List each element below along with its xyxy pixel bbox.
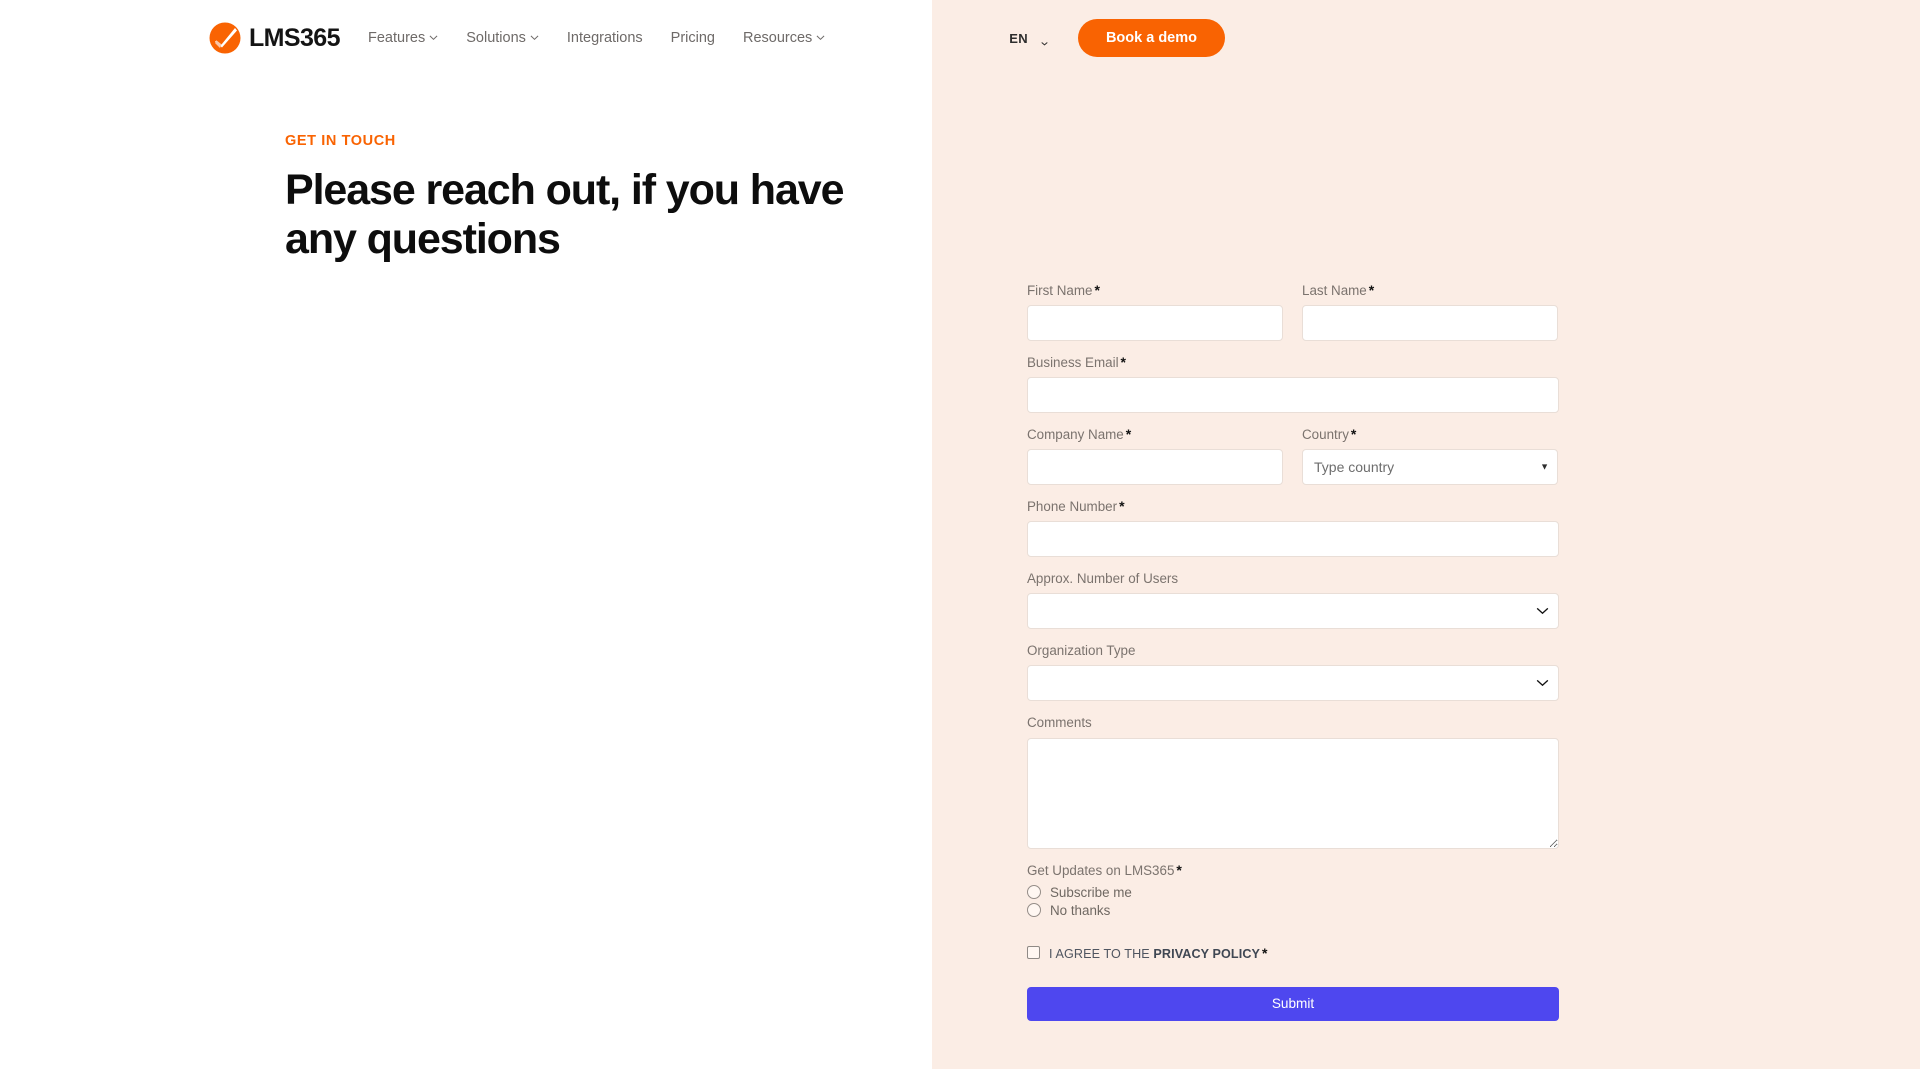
field-phone-number: Phone Number * [1027, 498, 1559, 558]
required-marker: * [1119, 498, 1125, 515]
nav-item-pricing[interactable]: Pricing [671, 30, 715, 46]
company-country-row: Company Name* Country* ▼ [1027, 426, 1559, 498]
privacy-policy-link[interactable]: PRIVACY POLICY [1153, 947, 1260, 961]
number-of-users-label: Approx. Number of Users [1027, 570, 1559, 587]
nav-item-resources[interactable]: Resources [743, 30, 825, 46]
radio-icon[interactable] [1027, 885, 1041, 900]
language-selector[interactable]: EN [1009, 31, 1048, 46]
first-name-input[interactable] [1027, 305, 1283, 342]
radio-option-subscribe[interactable]: Subscribe me [1027, 885, 1559, 900]
chevron-down-icon [1041, 35, 1048, 46]
nav-label: Resources [743, 30, 813, 46]
get-updates-label: Get Updates on LMS365 * [1027, 862, 1559, 879]
country-label: Country * [1302, 426, 1558, 443]
chevron-down-icon [530, 33, 539, 42]
number-of-users-select[interactable] [1027, 593, 1559, 630]
required-marker: * [1350, 426, 1357, 443]
nav-item-features[interactable]: Features [368, 30, 438, 46]
lms365-logo-icon [208, 21, 242, 55]
field-last-name: Last Name * [1302, 282, 1558, 342]
required-marker: * [1368, 282, 1375, 298]
logo[interactable]: LMS365 [208, 18, 340, 58]
required-marker: * [1094, 282, 1100, 298]
organization-type-select-wrap [1027, 665, 1559, 702]
required-marker: * [1176, 861, 1182, 878]
name-row: First Name * Last Name * [1027, 282, 1559, 354]
field-get-updates: Get Updates on LMS365 * Subscribe me No t… [1027, 862, 1559, 918]
label-text: Country [1302, 427, 1349, 443]
nav-label: Solutions [466, 30, 526, 46]
get-updates-radio-group: Subscribe me No thanks [1027, 885, 1559, 918]
required-marker: * [1125, 426, 1132, 443]
label-text: Company Name [1027, 427, 1124, 443]
chevron-down-icon [816, 33, 825, 42]
business-email-label: Business Email * [1027, 354, 1559, 371]
field-first-name: First Name * [1027, 282, 1283, 342]
contact-page: LMS365 Features Solutions Integrations P… [0, 0, 1920, 1069]
first-name-label: First Name * [1027, 282, 1283, 299]
radio-label: No thanks [1050, 902, 1111, 918]
business-email-input[interactable] [1027, 377, 1559, 414]
nav-label: Pricing [670, 30, 715, 46]
nav-item-integrations[interactable]: Integrations [567, 30, 643, 46]
book-a-demo-button[interactable]: Book a demo [1077, 19, 1225, 57]
radio-label: Subscribe me [1050, 884, 1132, 900]
hero-section: GET IN TOUCH Please reach out, if you ha… [285, 133, 885, 263]
field-comments: Comments [1027, 714, 1559, 849]
privacy-policy-row[interactable]: I AGREE TO THE PRIVACY POLICY * [1027, 945, 1559, 961]
chevron-down-icon [429, 33, 438, 42]
field-country: Country* ▼ [1302, 426, 1558, 486]
organization-type-select[interactable] [1027, 665, 1559, 702]
number-of-users-select-wrap [1027, 593, 1559, 630]
country-input[interactable] [1302, 449, 1558, 486]
phone-number-input[interactable] [1027, 521, 1559, 558]
field-company-name: Company Name * [1027, 426, 1283, 486]
language-label: EN [1009, 30, 1028, 46]
comments-label: Comments [1027, 714, 1559, 731]
nav-item-solutions[interactable]: Solutions [466, 30, 539, 46]
organization-type-label: Organization Type [1027, 642, 1559, 659]
label-text: Last Name [1302, 283, 1367, 298]
label-text: Get Updates on LMS365 [1027, 862, 1175, 878]
comments-textarea[interactable] [1027, 737, 1559, 849]
label-text: Business Email [1027, 355, 1119, 371]
last-name-label: Last Name * [1302, 282, 1558, 299]
privacy-policy-label: I AGREE TO THE PRIVACY POLICY * [1049, 945, 1268, 961]
eyebrow-text: GET IN TOUCH [285, 133, 396, 149]
last-name-input[interactable] [1302, 305, 1558, 342]
privacy-prefix: I AGREE TO THE [1049, 946, 1150, 961]
contact-form: First Name * Last Name * Business Email * C… [1027, 282, 1559, 1021]
checkbox-icon[interactable] [1027, 946, 1040, 960]
logo-text: LMS365 [249, 23, 340, 52]
label-text: Phone Number [1027, 499, 1118, 515]
site-header: LMS365 Features Solutions Integrations P… [0, 0, 1920, 76]
nav-label: Integrations [566, 30, 643, 46]
label-text: Comments [1027, 715, 1092, 731]
field-number-of-users: Approx. Number of Users [1027, 570, 1559, 630]
required-marker: * [1262, 944, 1268, 961]
main-navigation: Features Solutions Integrations Pricing … [368, 0, 825, 76]
required-marker: * [1120, 354, 1126, 371]
company-name-label: Company Name * [1027, 426, 1283, 443]
field-business-email: Business Email * [1027, 354, 1559, 414]
label-text: Approx. Number of Users [1027, 571, 1179, 587]
nav-label: Features [368, 30, 426, 46]
label-text: First Name [1027, 283, 1093, 298]
radio-icon[interactable] [1027, 903, 1041, 918]
company-name-input[interactable] [1027, 449, 1283, 486]
field-organization-type: Organization Type [1027, 642, 1559, 702]
label-text: Organization Type [1027, 643, 1136, 659]
phone-number-label: Phone Number * [1027, 498, 1559, 515]
header-actions: EN Book a demo [1009, 0, 1920, 76]
radio-option-no-thanks[interactable]: No thanks [1027, 903, 1559, 918]
page-title: Please reach out, if you have any questi… [285, 166, 844, 263]
submit-button[interactable]: Submit [1027, 986, 1559, 1021]
country-combobox[interactable]: ▼ [1302, 449, 1558, 486]
